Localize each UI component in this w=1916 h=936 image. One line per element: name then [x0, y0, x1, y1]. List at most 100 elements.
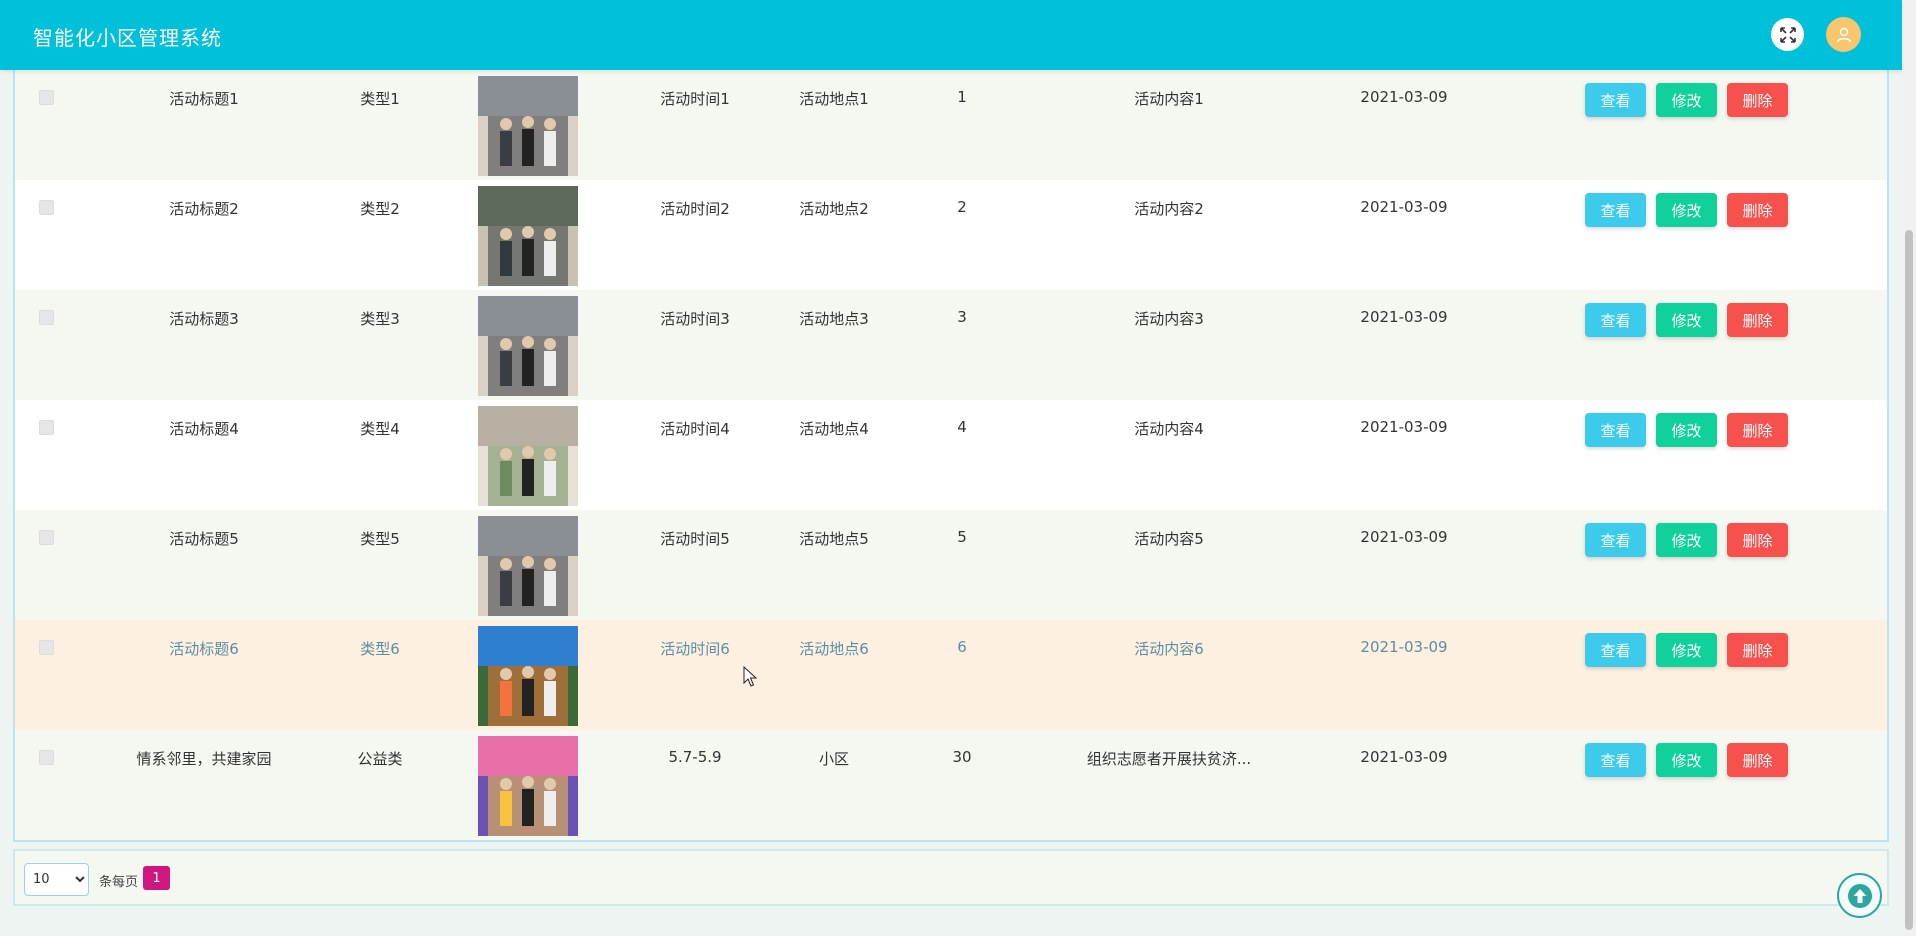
- cell-time: 活动时间3: [660, 310, 730, 328]
- table-row[interactable]: 活动标题3 类型3 活动时间3 活动地点3 3 活动内容3 2021-03-09 查看 修改 删除: [15, 290, 1887, 400]
- cell-type: 类型2: [360, 200, 400, 218]
- page-scrollbar[interactable]: [1902, 0, 1916, 936]
- cell-date: 2021-03-09: [1360, 418, 1448, 436]
- fullscreen-button[interactable]: [1771, 18, 1804, 51]
- table-row[interactable]: 情系邻里，共建家园 公益类 5.7-5.9 小区 30 组织志愿者开展扶贫济... 2021…: [15, 730, 1887, 840]
- view-button[interactable]: 查看: [1585, 303, 1646, 337]
- activity-photo: [478, 186, 578, 286]
- row-checkbox[interactable]: [39, 90, 54, 105]
- cell-date: 2021-03-09: [1360, 308, 1448, 326]
- cell-time: 活动时间4: [660, 420, 730, 438]
- table-row[interactable]: 活动标题1 类型1 活动时间1 活动地点1 1 活动内容1 2021-03-09 查看 修改 删除: [15, 70, 1887, 180]
- back-to-top-button[interactable]: [1837, 873, 1882, 918]
- cell-time: 活动时间5: [660, 530, 730, 548]
- cell-content: 活动内容6: [1134, 640, 1204, 658]
- cell-count: 3: [957, 308, 967, 326]
- delete-button[interactable]: 删除: [1727, 303, 1788, 337]
- cell-place: 活动地点5: [799, 530, 869, 548]
- activity-photo: [478, 626, 578, 726]
- cell-place: 活动地点6: [799, 640, 869, 658]
- cell-content: 活动内容5: [1134, 530, 1204, 548]
- fullscreen-icon: [1779, 26, 1796, 43]
- cell-content: 活动内容4: [1134, 420, 1204, 438]
- view-button[interactable]: 查看: [1585, 193, 1646, 227]
- cell-place: 活动地点3: [799, 310, 869, 328]
- cell-time: 活动时间2: [660, 200, 730, 218]
- cell-count: 1: [957, 88, 967, 106]
- cell-content: 活动内容3: [1134, 310, 1204, 328]
- cell-type: 类型1: [360, 90, 400, 108]
- cell-title: 活动标题1: [169, 90, 239, 108]
- cell-place: 活动地点4: [799, 420, 869, 438]
- cell-date: 2021-03-09: [1360, 528, 1448, 546]
- delete-button[interactable]: 删除: [1727, 413, 1788, 447]
- cell-date: 2021-03-09: [1360, 88, 1448, 106]
- delete-button[interactable]: 删除: [1727, 743, 1788, 777]
- table-row[interactable]: 活动标题4 类型4 活动时间4 活动地点4 4 活动内容4 2021-03-09 查看 修改 删除: [15, 400, 1887, 510]
- cell-type: 类型5: [360, 530, 400, 548]
- pagination-bar: 10 条每页 1: [13, 849, 1889, 906]
- arrow-up-icon: [1847, 883, 1872, 908]
- cell-count: 5: [957, 528, 967, 546]
- edit-button[interactable]: 修改: [1656, 193, 1717, 227]
- cell-time: 活动时间6: [660, 640, 730, 658]
- table-row[interactable]: 活动标题2 类型2 活动时间2 活动地点2 2 活动内容2 2021-03-09 查看 修改 删除: [15, 180, 1887, 290]
- view-button[interactable]: 查看: [1585, 743, 1646, 777]
- top-bar: 智能化小区管理系统: [0, 0, 1902, 70]
- mouse-cursor: [743, 666, 757, 687]
- activity-photo: [478, 406, 578, 506]
- view-button[interactable]: 查看: [1585, 413, 1646, 447]
- cell-count: 30: [952, 748, 972, 766]
- cell-title: 活动标题4: [169, 420, 239, 438]
- cell-content: 活动内容2: [1134, 200, 1204, 218]
- cell-count: 6: [957, 638, 967, 656]
- cell-content: 组织志愿者开展扶贫济...: [1086, 750, 1252, 768]
- table-row[interactable]: 活动标题6 类型6 活动时间6 活动地点6 6 活动内容6 2021-03-09 查看 修改 删除: [15, 620, 1887, 730]
- view-button[interactable]: 查看: [1585, 523, 1646, 557]
- scrollbar-thumb[interactable]: [1905, 230, 1913, 930]
- edit-button[interactable]: 修改: [1656, 303, 1717, 337]
- edit-button[interactable]: 修改: [1656, 743, 1717, 777]
- cell-place: 活动地点2: [799, 200, 869, 218]
- cell-type: 类型6: [360, 640, 400, 658]
- cell-title: 情系邻里，共建家园: [136, 750, 272, 768]
- row-checkbox[interactable]: [39, 640, 54, 655]
- cell-title: 活动标题2: [169, 200, 239, 218]
- activity-photo: [478, 76, 578, 176]
- delete-button[interactable]: 删除: [1727, 83, 1788, 117]
- user-avatar-button[interactable]: [1826, 17, 1861, 52]
- per-page-label: 条每页: [99, 875, 139, 890]
- edit-button[interactable]: 修改: [1656, 83, 1717, 117]
- delete-button[interactable]: 删除: [1727, 193, 1788, 227]
- page-size-select[interactable]: 10: [24, 863, 89, 896]
- edit-button[interactable]: 修改: [1656, 413, 1717, 447]
- row-checkbox[interactable]: [39, 750, 54, 765]
- cell-count: 2: [957, 198, 967, 216]
- activity-photo: [478, 736, 578, 836]
- cell-date: 2021-03-09: [1360, 638, 1448, 656]
- delete-button[interactable]: 删除: [1727, 523, 1788, 557]
- cell-place: 小区: [818, 750, 850, 768]
- row-checkbox[interactable]: [39, 200, 54, 215]
- delete-button[interactable]: 删除: [1727, 633, 1788, 667]
- row-checkbox[interactable]: [39, 310, 54, 325]
- cell-content: 活动内容1: [1134, 90, 1204, 108]
- edit-button[interactable]: 修改: [1656, 633, 1717, 667]
- user-icon: [1836, 27, 1851, 42]
- activity-photo: [478, 516, 578, 616]
- row-checkbox[interactable]: [39, 530, 54, 545]
- cell-title: 活动标题6: [169, 640, 239, 658]
- cell-title: 活动标题5: [169, 530, 239, 548]
- table-row[interactable]: 活动标题5 类型5 活动时间5 活动地点5 5 活动内容5 2021-03-09 查看 修改 删除: [15, 510, 1887, 620]
- view-button[interactable]: 查看: [1585, 83, 1646, 117]
- cell-time: 活动时间1: [660, 90, 730, 108]
- cell-date: 2021-03-09: [1360, 198, 1448, 216]
- page-number-1[interactable]: 1: [143, 866, 170, 890]
- app-title: 智能化小区管理系统: [33, 26, 222, 50]
- edit-button[interactable]: 修改: [1656, 523, 1717, 557]
- activity-photo: [478, 296, 578, 396]
- view-button[interactable]: 查看: [1585, 633, 1646, 667]
- cell-type: 类型4: [360, 420, 400, 438]
- row-checkbox[interactable]: [39, 420, 54, 435]
- cell-type: 公益类: [357, 750, 403, 768]
